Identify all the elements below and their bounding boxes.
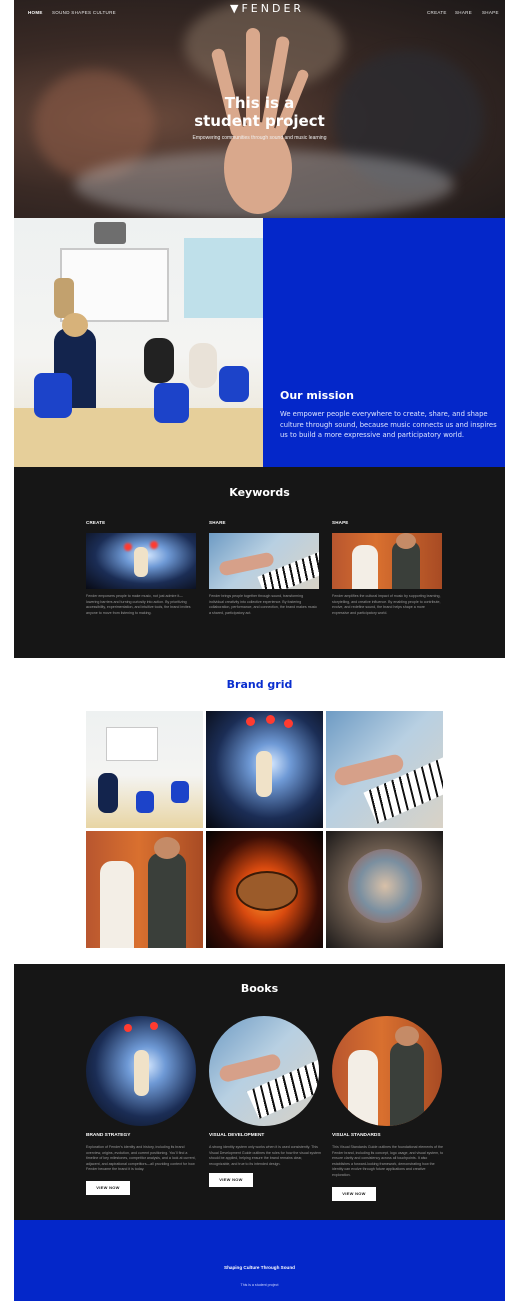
page: HOME SOUND SHAPES CULTURE CREATE SHARE S… — [14, 0, 505, 1301]
grid-singers-image — [86, 831, 203, 948]
footer: Shaping Culture Through Sound This is a … — [14, 1220, 505, 1301]
book-visual-standards-text: This Visual Standards Guide outlines the… — [332, 1145, 444, 1177]
grid-fire-drum-image — [206, 831, 323, 948]
singers-image — [332, 533, 442, 589]
hero-subtitle: Empowering communities through sound and… — [192, 135, 327, 141]
mission-heading: Our mission — [280, 389, 354, 402]
footer-title: Shaping Culture Through Sound — [224, 1265, 295, 1270]
nav-link-sound-shapes-culture[interactable]: SOUND SHAPES CULTURE — [52, 10, 116, 15]
view-now-button-visual-development[interactable]: VIEW NOW — [209, 1173, 253, 1187]
book-brand-strategy-text: Exploration of Fender's identity and his… — [86, 1145, 196, 1172]
hero-title-line-2: student project — [194, 112, 325, 130]
view-now-button-visual-standards[interactable]: VIEW NOW — [332, 1187, 376, 1201]
logo[interactable]: ▼FENDER — [230, 2, 304, 15]
grid-painted-drum-image — [326, 831, 443, 948]
keyword-share-label: SHARE — [209, 520, 226, 525]
nav-link-home[interactable]: HOME — [28, 10, 43, 15]
hero-title-line-1: This is a — [224, 94, 295, 112]
grid-drummer-image — [206, 711, 323, 828]
hero-section: HOME SOUND SHAPES CULTURE CREATE SHARE S… — [14, 0, 505, 218]
keyword-create-label: CREATE — [86, 520, 106, 525]
drummer-image — [86, 533, 196, 589]
keyword-create-text: Fender empowers people to make music, no… — [86, 594, 191, 615]
keyword-shape-label: SHAPE — [332, 520, 349, 525]
book-brand-strategy-label: BRAND STRATEGY — [86, 1133, 131, 1138]
logo-mark-icon: ▼ — [230, 2, 242, 15]
keyword-shape-text: Fender amplifies the cultural impact of … — [332, 594, 441, 615]
book-visual-development-text: A strong identity system only works when… — [209, 1145, 321, 1166]
mission-text: We empower people everywhere to create, … — [280, 410, 497, 439]
book-visual-development-label: VISUAL DEVELOPMENT — [209, 1133, 265, 1138]
nav-link-share[interactable]: SHARE — [455, 10, 472, 15]
hero-title: This is a student project — [14, 94, 505, 130]
books-title: Books — [240, 982, 279, 995]
logo-text: FENDER — [241, 2, 305, 15]
grid-piano-image — [326, 711, 443, 828]
footer-note: This is a student project — [240, 1283, 279, 1287]
grid-classroom-image — [86, 711, 203, 828]
nav-link-create[interactable]: CREATE — [427, 10, 447, 15]
book-brand-strategy-image — [86, 1016, 196, 1126]
keyword-share-text: Fender brings people together through so… — [209, 594, 318, 615]
book-visual-development-image — [209, 1016, 319, 1126]
book-visual-standards-image — [332, 1016, 442, 1126]
nav-link-shape[interactable]: SHAPE — [482, 10, 499, 15]
brand-grid-title: Brand grid — [226, 678, 293, 691]
piano-hands-image — [209, 533, 319, 589]
keywords-title: Keywords — [229, 486, 290, 499]
view-now-button-brand-strategy[interactable]: VIEW NOW — [86, 1181, 130, 1195]
book-visual-standards-label: VISUAL STANDARDS — [332, 1133, 381, 1138]
classroom-photo — [14, 218, 263, 467]
